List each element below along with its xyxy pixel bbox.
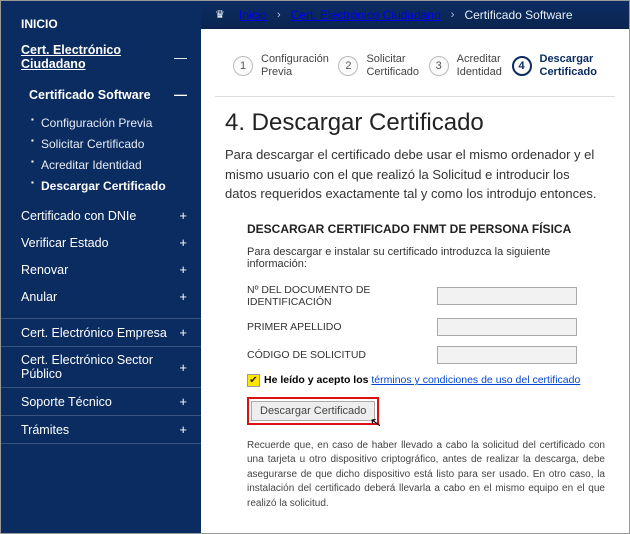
plus-icon: + [179, 394, 187, 409]
sidebar: INICIO Cert. Electrónico Ciudadano — Cer… [1, 1, 201, 533]
page-title: 4. Descargar Certificado [225, 109, 605, 137]
minus-icon: — [174, 50, 187, 65]
breadcrumb-cert-software: Certificado Software [464, 8, 572, 22]
sidebar-item-verificar[interactable]: Verificar Estado + [1, 229, 201, 256]
plus-icon: + [179, 235, 187, 250]
breadcrumb: ♛ Inicio › Cert. Electrónico Ciudadano ›… [201, 1, 629, 29]
chevron-right-icon: › [451, 9, 455, 21]
sidebar-item-label: Cert. Electrónico Ciudadano [21, 43, 168, 71]
step-label: Configuración Previa [261, 53, 329, 78]
step-1[interactable]: 1 Configuración Previa [233, 53, 329, 78]
form-title: DESCARGAR CERTIFICADO FNMT DE PERSONA FÍ… [247, 222, 605, 236]
terms-row: ✔ He leído y acepto los términos y condi… [247, 374, 605, 387]
sidebar-item-label: Certificado con DNIe [21, 209, 173, 223]
step-number: 4 [512, 56, 532, 76]
sidebar-item-cert-software[interactable]: Certificado Software — [1, 81, 201, 108]
step-4[interactable]: 4 Descargar Certificado [512, 53, 597, 78]
step-2[interactable]: 2 Solicitar Certificado [338, 53, 419, 78]
sidebar-item-empresa[interactable]: Cert. Electrónico Empresa + [1, 319, 201, 347]
sidebar-inicio[interactable]: INICIO [1, 9, 201, 37]
step-label: Descargar Certificado [540, 53, 597, 78]
sidebar-item-label: Verificar Estado [21, 236, 173, 250]
sidebar-block-main: INICIO Cert. Electrónico Ciudadano — Cer… [1, 1, 201, 319]
terms-checkbox[interactable]: ✔ [247, 374, 260, 387]
breadcrumb-inicio[interactable]: Inicio [239, 8, 267, 22]
field-doc-id: Nº DEL DOCUMENTO DE IDENTIFICACIÓN [247, 284, 605, 308]
sidebar-item-dnie[interactable]: Certificado con DNIe + [1, 202, 201, 229]
crown-icon: ♛ [215, 8, 229, 22]
sidebar-sub-descargar[interactable]: Descargar Certificado [1, 175, 201, 196]
sidebar-item-label: Cert. Electrónico Empresa [21, 326, 173, 340]
step-number: 1 [233, 56, 253, 76]
step-label: Solicitar Certificado [366, 53, 419, 78]
content-area: 1 Configuración Previa 2 Solicitar Certi… [201, 29, 629, 533]
terms-pretext: He leído y acepto los [264, 374, 371, 386]
step-indicator: 1 Configuración Previa 2 Solicitar Certi… [215, 29, 615, 97]
input-codigo[interactable] [437, 346, 577, 364]
plus-icon: + [179, 208, 187, 223]
plus-icon: + [179, 325, 187, 340]
sidebar-item-cert-ciudadano[interactable]: Cert. Electrónico Ciudadano — [1, 37, 201, 77]
sidebar-item-label: Soporte Técnico [21, 395, 173, 409]
step-number: 2 [338, 56, 358, 76]
main-panel: 4. Descargar Certificado Para descargar … [201, 109, 629, 511]
download-cert-button[interactable]: Descargar Certificado [251, 401, 375, 421]
plus-icon: + [179, 262, 187, 277]
sidebar-item-sector[interactable]: Cert. Electrónico Sector Público + [1, 347, 201, 388]
sidebar-item-tramites[interactable]: Trámites + [1, 416, 201, 444]
chevron-right-icon: › [277, 9, 281, 21]
page-lead: Para descargar el certificado debe usar … [225, 145, 605, 204]
sidebar-sub-acreditar[interactable]: Acreditar Identidad [1, 154, 201, 175]
sidebar-item-label: Certificado Software [29, 88, 168, 102]
plus-icon: + [179, 289, 187, 304]
sidebar-item-label: Cert. Electrónico Sector Público [21, 353, 173, 381]
sidebar-item-renovar[interactable]: Renovar + [1, 256, 201, 283]
sidebar-item-soporte[interactable]: Soporte Técnico + [1, 388, 201, 416]
app-frame: ♛ Inicio › Cert. Electrónico Ciudadano ›… [0, 0, 630, 534]
download-highlight: Descargar Certificado ↖ [247, 397, 379, 425]
sidebar-item-anular[interactable]: Anular + [1, 283, 201, 310]
terms-link[interactable]: términos y condiciones de uso del certif… [371, 374, 580, 386]
sidebar-sub-config[interactable]: Configuración Previa [1, 112, 201, 133]
cursor-icon: ↖ [368, 413, 383, 432]
sidebar-sub-solicitar[interactable]: Solicitar Certificado [1, 133, 201, 154]
label-doc-id: Nº DEL DOCUMENTO DE IDENTIFICACIÓN [247, 284, 437, 308]
form-zone: DESCARGAR CERTIFICADO FNMT DE PERSONA FÍ… [225, 222, 605, 512]
breadcrumb-cert-ciud[interactable]: Cert. Electrónico Ciudadano [291, 8, 441, 22]
sidebar-item-label: Renovar [21, 263, 173, 277]
plus-icon: + [179, 360, 187, 375]
form-desc: Para descargar e instalar su certificado… [247, 246, 605, 270]
label-apellido: PRIMER APELLIDO [247, 321, 437, 333]
field-codigo: CÓDIGO DE SOLICITUD [247, 346, 605, 364]
minus-icon: — [174, 87, 187, 102]
sidebar-item-label: Trámites [21, 423, 173, 437]
input-doc-id[interactable] [437, 287, 577, 305]
label-codigo: CÓDIGO DE SOLICITUD [247, 349, 437, 361]
sidebar-sublist: Configuración Previa Solicitar Certifica… [1, 112, 201, 196]
step-number: 3 [429, 56, 449, 76]
step-label: Acreditar Identidad [457, 53, 502, 78]
footnote: Recuerde que, en caso de haber llevado a… [247, 439, 605, 512]
sidebar-item-label: Anular [21, 290, 173, 304]
plus-icon: + [179, 422, 187, 437]
input-apellido[interactable] [437, 318, 577, 336]
step-3[interactable]: 3 Acreditar Identidad [429, 53, 502, 78]
field-apellido: PRIMER APELLIDO [247, 318, 605, 336]
